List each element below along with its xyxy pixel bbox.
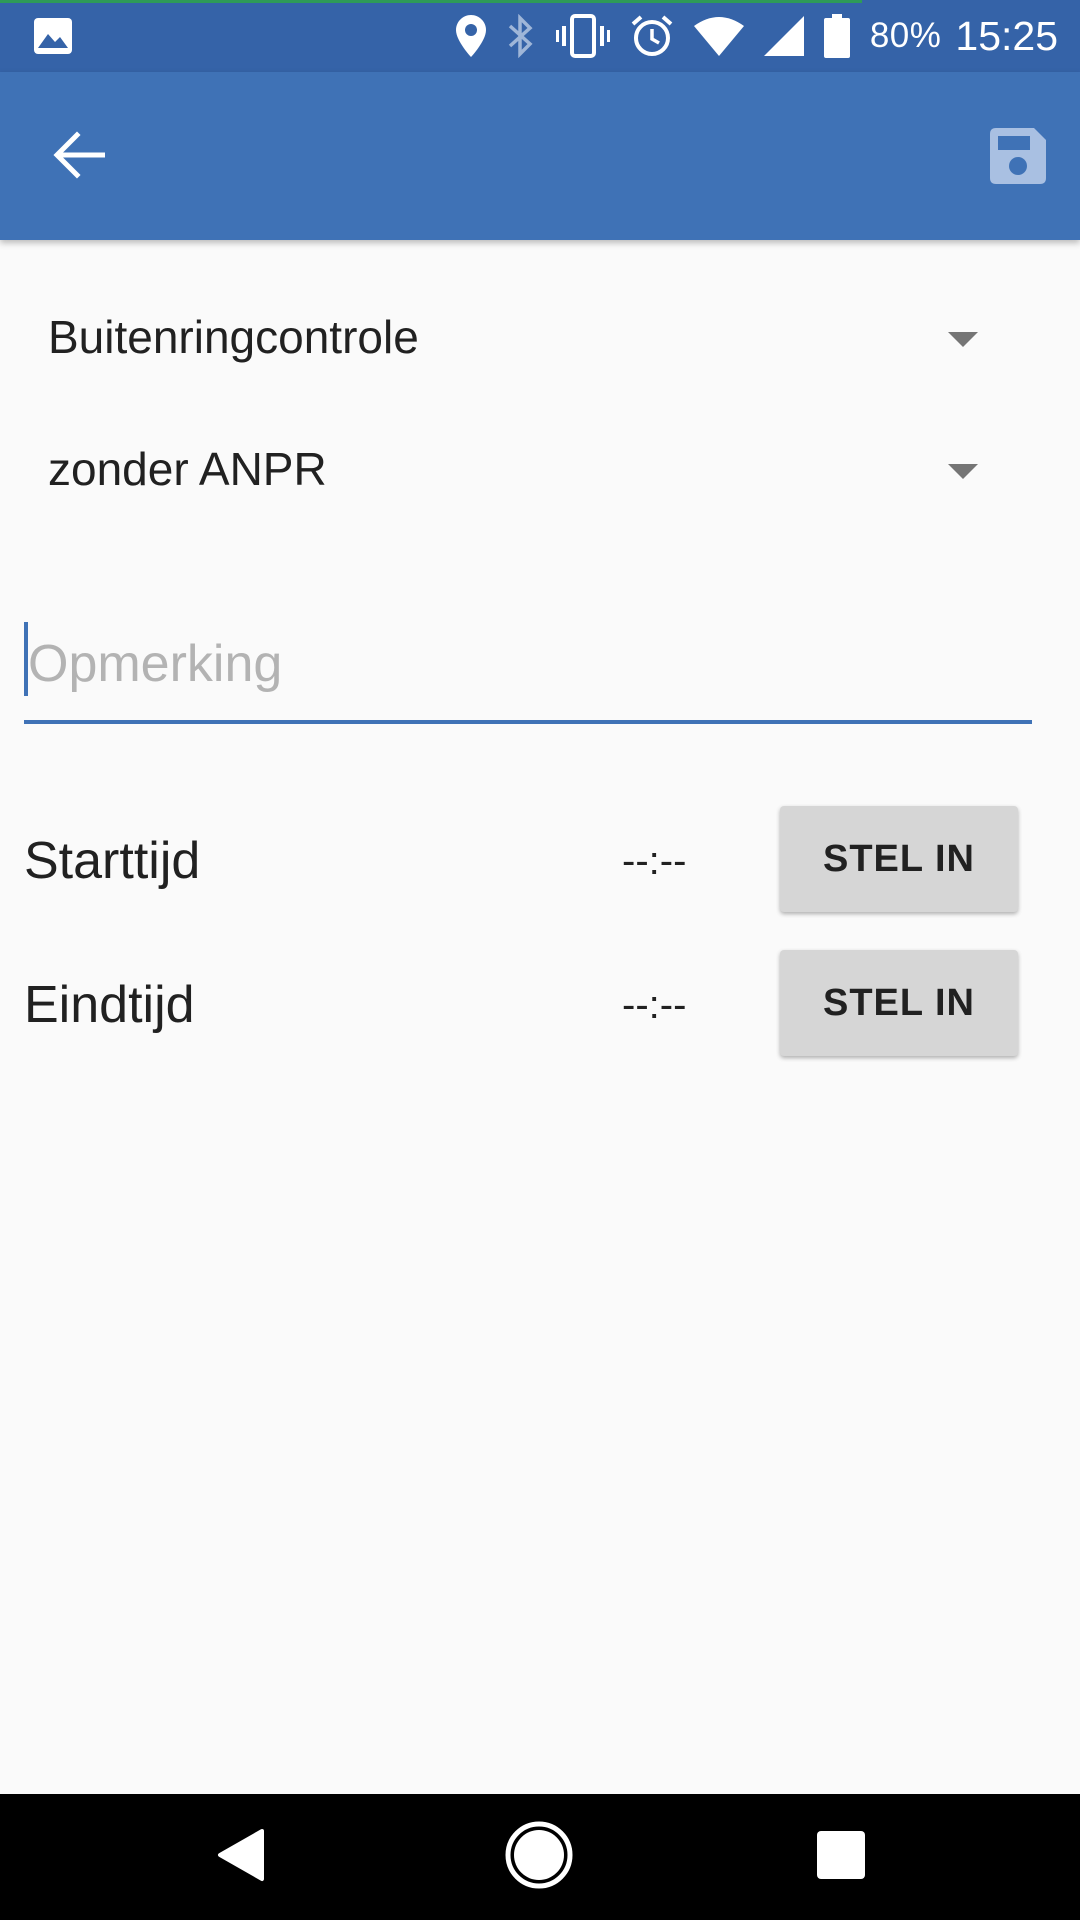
nav-home-button[interactable] [494,1812,584,1902]
arrow-back-icon [53,130,106,184]
battery-icon [823,14,850,58]
app-bar [0,72,1080,240]
location-icon [455,15,486,57]
signal-icon [763,16,804,56]
nav-recents-button[interactable] [796,1812,886,1902]
remark-input[interactable] [24,616,1032,712]
save-icon [990,127,1046,189]
set-start-time-button[interactable]: STEL IN [780,806,1018,912]
nav-back-button[interactable] [196,1812,286,1902]
status-time: 15:25 [955,12,1058,59]
image-icon [34,18,72,59]
bluetooth-icon [506,14,536,58]
start-time-row: Starttijd --:-- STEL IN [24,806,1024,916]
remark-underline [24,720,1032,724]
alarm-icon [630,14,674,58]
battery-percentage: 80% [869,16,942,55]
set-end-time-button[interactable]: STEL IN [780,950,1018,1056]
wifi-icon [693,16,744,56]
nav-back-icon [216,1827,266,1888]
navigation-bar [0,1794,1080,1920]
anpr-mode-value: zonder ANPR [48,443,327,495]
end-time-label: Eindtijd [24,976,195,1034]
text-cursor [24,622,28,696]
vibrate-icon [555,14,610,58]
start-time-label: Starttijd [24,832,201,890]
control-type-value: Buitenringcontrole [48,311,419,363]
status-bar: 80% 15:25 [0,0,1080,72]
save-button[interactable] [984,124,1052,192]
end-time-value: --:-- [622,983,687,1027]
status-icons: 80% 15:25 [455,0,1058,72]
dropdown-arrow-icon [948,332,978,347]
nav-home-icon [504,1820,574,1895]
anpr-mode-spinner[interactable]: zonder ANPR [48,424,988,514]
nav-recents-icon [816,1830,866,1885]
remark-field [24,616,1032,726]
start-time-value: --:-- [622,839,687,883]
back-button[interactable] [44,122,114,192]
control-type-spinner[interactable]: Buitenringcontrole [48,292,988,382]
dropdown-arrow-icon [948,464,978,479]
end-time-row: Eindtijd --:-- STEL IN [24,950,1024,1060]
